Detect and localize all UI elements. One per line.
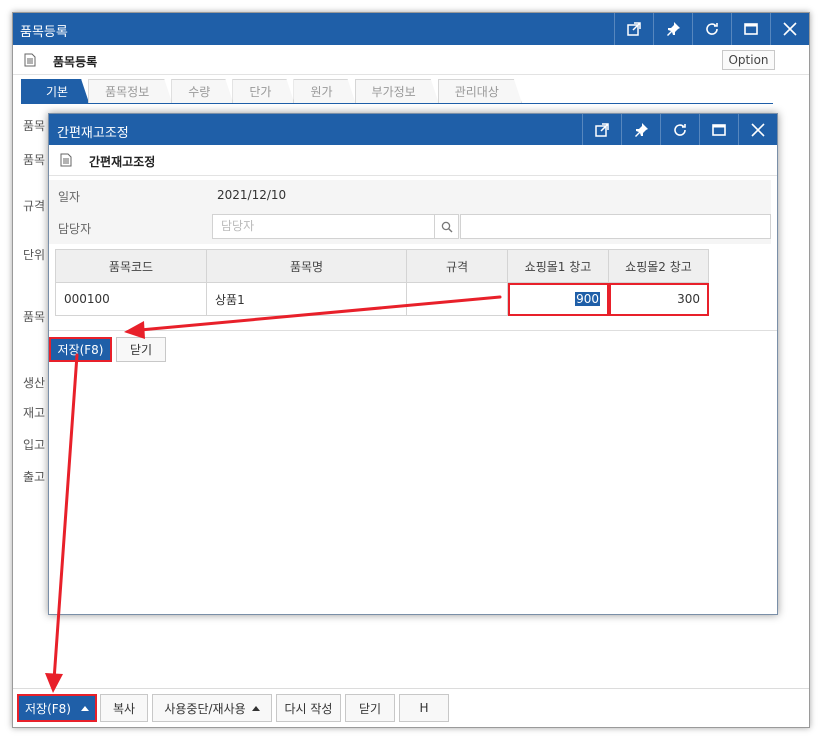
field-label: 품목	[23, 153, 46, 167]
field-label: 단위	[23, 248, 46, 262]
save-button[interactable]: 저장(F8)	[17, 694, 97, 722]
selected-qty-text: 900	[575, 292, 600, 306]
save-button-label: 저장(F8)	[25, 701, 71, 716]
field-label: 재고	[23, 406, 46, 420]
document-icon	[24, 53, 36, 70]
cell-warehouse-1-qty[interactable]: 900	[507, 282, 609, 316]
manager-label: 담당자	[58, 222, 92, 236]
maximize-icon[interactable]	[699, 114, 738, 145]
field-label: 품목	[23, 119, 46, 133]
date-value[interactable]: 2021/12/10	[217, 188, 286, 202]
tab-underline	[21, 103, 773, 104]
caret-up-icon[interactable]	[80, 705, 89, 711]
option-button[interactable]: Option	[722, 50, 775, 70]
cell-warehouse-2-qty[interactable]: 300	[608, 282, 709, 316]
dialog-divider	[49, 330, 777, 331]
field-label: 규격	[23, 199, 46, 213]
tab-basic[interactable]: 기본	[21, 79, 89, 103]
tab-item-info[interactable]: 품목정보	[88, 79, 172, 103]
maximize-icon[interactable]	[731, 13, 770, 45]
close-button[interactable]: 닫기	[345, 694, 395, 722]
table-row: 000100 상품1 900 300	[55, 282, 709, 316]
field-label: 생산	[23, 376, 46, 390]
refresh-icon[interactable]	[660, 114, 699, 145]
date-label: 일자	[58, 190, 81, 204]
tab-cost[interactable]: 원가	[293, 79, 355, 103]
stock-grid: 품목코드 품목명 규격 쇼핑몰1 창고 쇼핑몰2 창고 000100 상품1 9…	[55, 249, 709, 316]
page-title: 품목등록	[53, 55, 98, 69]
toggle-use-label: 사용중단/재사용	[164, 701, 246, 716]
stock-adjust-dialog: 간편재고조정 간편재고조정 일자 2021/12/10 담당자 담당자 품목코드…	[48, 113, 778, 615]
pin-icon[interactable]	[653, 13, 692, 45]
dialog-controls	[582, 114, 777, 146]
dialog-close-button[interactable]: 닫기	[116, 337, 166, 362]
tab-bar: 기본 품목정보 수량 단가 원가 부가정보 관리대상	[21, 79, 521, 103]
window-subheader: 품목등록 Option	[13, 45, 809, 75]
window-title: 품목등록	[20, 25, 68, 40]
refresh-icon[interactable]	[692, 13, 731, 45]
cell-spec[interactable]	[406, 282, 508, 316]
rewrite-button[interactable]: 다시 작성	[276, 694, 341, 722]
close-icon[interactable]	[738, 114, 777, 145]
dialog-save-button[interactable]: 저장(F8)	[49, 337, 112, 362]
dialog-titlebar: 간편재고조정	[49, 114, 777, 145]
copy-button[interactable]: 복사	[100, 694, 148, 722]
document-icon	[60, 153, 72, 170]
pin-icon[interactable]	[621, 114, 660, 145]
toggle-use-button[interactable]: 사용중단/재사용	[152, 694, 272, 722]
col-item-code[interactable]: 품목코드	[55, 249, 207, 283]
col-item-name[interactable]: 품목명	[206, 249, 407, 283]
col-spec[interactable]: 규격	[406, 249, 508, 283]
manager-input[interactable]: 담당자	[212, 214, 435, 239]
dialog-page-title: 간편재고조정	[89, 155, 156, 169]
cell-item-code[interactable]: 000100	[55, 282, 207, 316]
field-label: 출고	[23, 470, 46, 484]
caret-up-icon[interactable]	[251, 705, 260, 711]
col-warehouse-1[interactable]: 쇼핑몰1 창고	[507, 249, 609, 283]
close-icon[interactable]	[770, 13, 809, 45]
dialog-title: 간편재고조정	[57, 126, 129, 141]
col-warehouse-2[interactable]: 쇼핑몰2 창고	[608, 249, 709, 283]
window-titlebar: 품목등록	[13, 13, 809, 45]
tab-quantity[interactable]: 수량	[171, 79, 233, 103]
tab-managed-target[interactable]: 관리대상	[438, 79, 522, 103]
field-label: 품목	[23, 310, 46, 324]
grid-header-row: 품목코드 품목명 규격 쇼핑몰1 창고 쇼핑몰2 창고	[55, 249, 709, 283]
window-controls	[614, 13, 809, 45]
popout-icon[interactable]	[614, 13, 653, 45]
bottom-toolbar	[13, 688, 809, 689]
popout-icon[interactable]	[582, 114, 621, 145]
tab-additional-info[interactable]: 부가정보	[355, 79, 439, 103]
cell-item-name[interactable]: 상품1	[206, 282, 407, 316]
field-label: 입고	[23, 438, 46, 452]
dialog-subheader: 간편재고조정	[49, 145, 777, 176]
h-button[interactable]: H	[399, 694, 449, 722]
search-icon[interactable]	[435, 214, 459, 239]
tab-unit-price[interactable]: 단가	[232, 79, 294, 103]
manager-name-field[interactable]	[460, 214, 771, 239]
